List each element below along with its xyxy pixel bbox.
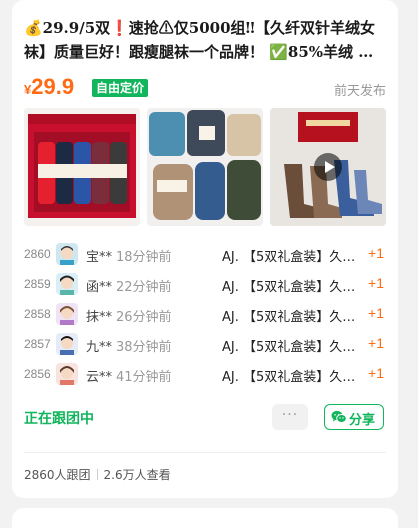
play-icon[interactable]: [314, 153, 342, 181]
product-video[interactable]: [270, 108, 386, 226]
share-label: 分享: [349, 413, 376, 428]
order-row[interactable]: 2856 云**41分钟前 AJ. 【5双礼盒装】久纤双针羊绒女袜 +1: [24, 360, 386, 390]
order-number: 2856: [24, 367, 51, 381]
user-name: 函**: [86, 280, 113, 295]
post-title[interactable]: 💰29.9/5双❗速抢⚠仅5000组‼【久纤双针羊绒女袜】质量巨好！跟瘦腿袜一个…: [24, 16, 384, 64]
user-name: 云**: [86, 370, 113, 385]
order-time: 22分钟前: [116, 280, 172, 295]
share-button[interactable]: 分享: [324, 404, 384, 430]
group-buy-card[interactable]: 💰29.9/5双❗速抢⚠仅5000组‼【久纤双针羊绒女袜】质量巨好！跟瘦腿袜一个…: [12, 0, 398, 498]
user-name: 抹**: [86, 310, 113, 325]
user-name: 九**: [86, 340, 113, 355]
price-row: ¥29.9 自由定价 前天发布: [24, 74, 386, 102]
order-qty: +1: [368, 245, 384, 261]
order-item: AJ. 【5双礼盒装】久纤双针羊绒女袜: [222, 370, 362, 385]
order-item: AJ. 【5双礼盒装】久纤双针羊绒女袜: [222, 310, 362, 325]
avatar[interactable]: [56, 273, 78, 295]
order-qty: +1: [368, 275, 384, 291]
avatar[interactable]: [56, 363, 78, 385]
next-card: [12, 508, 398, 528]
order-item: AJ. 【5双礼盒装】久纤双针羊绒女袜: [222, 280, 362, 295]
stats-bar: 2860人跟团 2.6万人查看: [24, 466, 171, 483]
stats-separator: [96, 469, 98, 480]
posted-time: 前天发布: [333, 84, 386, 99]
user-info: 抹** 26分钟前: [86, 306, 172, 325]
price: ¥29.9: [24, 74, 74, 100]
views-count: 2.6万人查看: [103, 468, 171, 482]
user-name: 宝**: [86, 250, 113, 265]
user-info: 函** 22分钟前: [86, 276, 172, 295]
order-qty: +1: [368, 305, 384, 321]
order-row[interactable]: 2857 九**38分钟前 AJ. 【5双礼盒装】久纤双针羊绒女袜 +1: [24, 330, 386, 360]
order-row[interactable]: 2858 抹**26分钟前 AJ. 【5双礼盒装】久纤双针羊绒女袜 +1: [24, 300, 386, 330]
order-time: 38分钟前: [116, 340, 172, 355]
user-info: 云** 41分钟前: [86, 366, 172, 385]
order-row[interactable]: 2860 宝**18分钟前 AJ. 【5双礼盒装】久纤双针羊绒女袜 +1: [24, 240, 386, 270]
user-info: 宝** 18分钟前: [86, 246, 172, 265]
price-value: 29.9: [31, 74, 75, 99]
follow-status-link[interactable]: 正在跟团中: [24, 408, 94, 428]
order-number: 2858: [24, 307, 51, 321]
order-list: 2860 宝**18分钟前 AJ. 【5双礼盒装】久纤双针羊绒女袜 +1 285…: [24, 240, 386, 390]
order-qty: +1: [368, 365, 384, 381]
price-tag: 自由定价: [92, 79, 149, 97]
order-item: AJ. 【5双礼盒装】久纤双针羊绒女袜: [222, 340, 362, 355]
order-item: AJ. 【5双礼盒装】久纤双针羊绒女袜: [222, 250, 362, 265]
product-image-gift-box[interactable]: [24, 108, 140, 226]
order-number: 2857: [24, 337, 51, 351]
order-qty: +1: [368, 335, 384, 351]
more-button[interactable]: ···: [272, 404, 308, 430]
order-time: 18分钟前: [116, 250, 172, 265]
order-row[interactable]: 2859 函**22分钟前 AJ. 【5双礼盒装】久纤双针羊绒女袜 +1: [24, 270, 386, 300]
order-number: 2860: [24, 247, 51, 261]
image-gallery: [24, 108, 386, 226]
avatar[interactable]: [56, 303, 78, 325]
participants-count: 2860人跟团: [24, 468, 91, 482]
user-info: 九** 38分钟前: [86, 336, 172, 355]
avatar[interactable]: [56, 243, 78, 265]
avatar[interactable]: [56, 333, 78, 355]
wechat-icon: [331, 410, 347, 428]
product-image-socks[interactable]: [147, 108, 263, 226]
order-time: 41分钟前: [116, 370, 172, 385]
order-time: 26分钟前: [116, 310, 172, 325]
divider: [24, 452, 386, 453]
order-number: 2859: [24, 277, 51, 291]
